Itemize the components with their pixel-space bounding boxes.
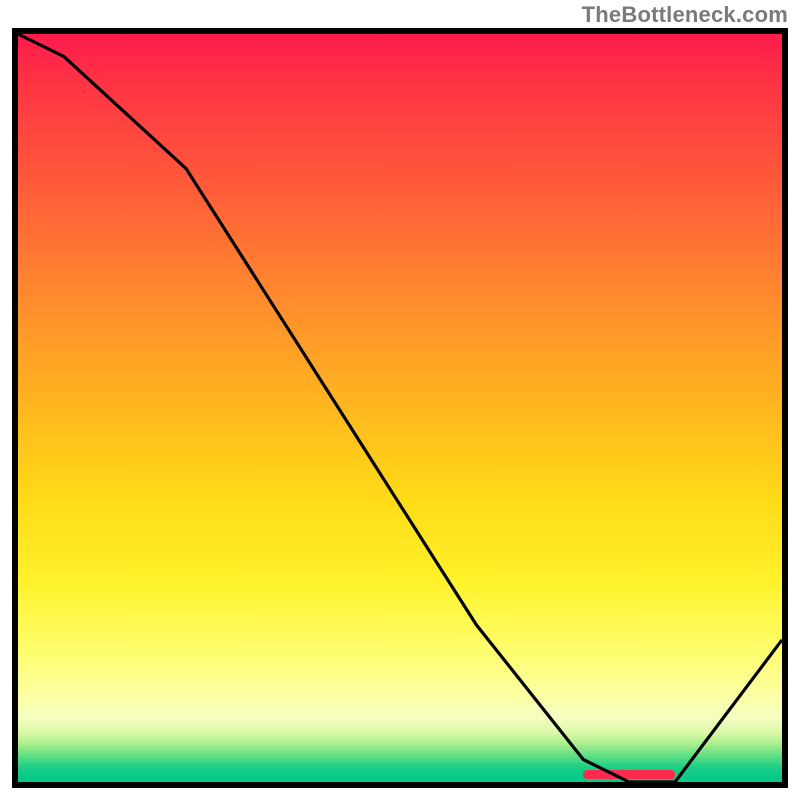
- chart-plot-area: [12, 28, 788, 788]
- attribution-text: TheBottleneck.com: [582, 2, 788, 28]
- bottleneck-curve: [18, 34, 782, 782]
- chart-container: [12, 28, 788, 788]
